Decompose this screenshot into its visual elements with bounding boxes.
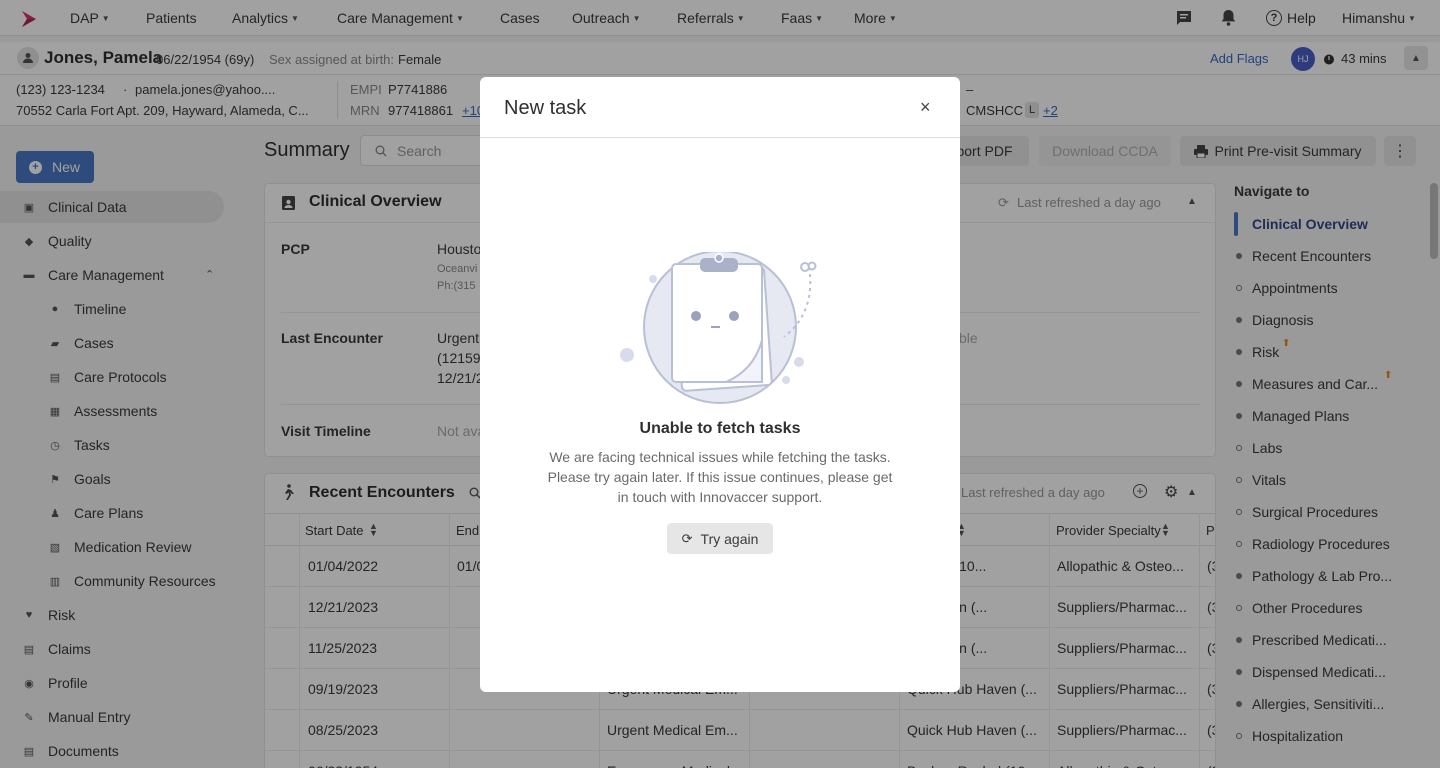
modal-title: New task bbox=[504, 97, 587, 119]
close-icon[interactable]: × bbox=[920, 97, 931, 118]
error-title: Unable to fetch tasks bbox=[639, 420, 801, 437]
try-again-button[interactable]: ⟳ Try again bbox=[667, 523, 773, 554]
new-task-modal: New task × Unable to fetch tasks We are … bbox=[480, 77, 960, 692]
empty-clipboard-illustration bbox=[620, 252, 817, 404]
try-again-label: Try again bbox=[700, 530, 759, 547]
error-message: We are facing technical issues while fet… bbox=[547, 449, 893, 505]
refresh-icon: ⟳ bbox=[681, 530, 693, 546]
modal-header: New task × bbox=[480, 77, 960, 138]
